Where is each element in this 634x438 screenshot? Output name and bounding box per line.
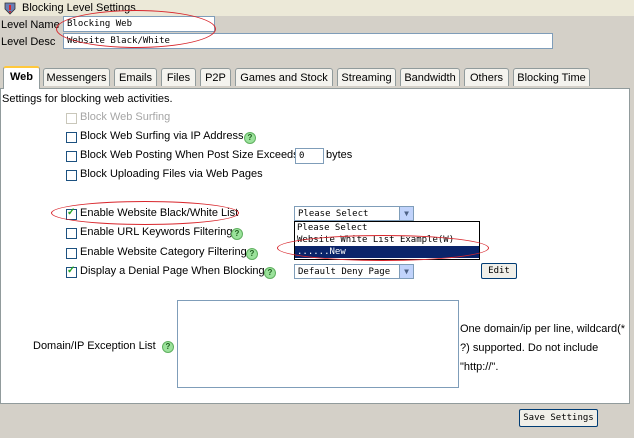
post-size-input[interactable]: 0: [295, 148, 324, 164]
tab-others[interactable]: Others: [464, 68, 509, 86]
tab-bandwidth[interactable]: Bandwidth: [400, 68, 460, 86]
tab-messengers[interactable]: Messengers: [43, 68, 110, 86]
tab-web[interactable]: Web: [3, 66, 40, 89]
shield-warning-icon: [3, 1, 17, 15]
annotation-ring-new: [277, 235, 489, 261]
tab-files[interactable]: Files: [161, 68, 196, 86]
post-size-unit: bytes: [326, 149, 353, 161]
exception-hint: One domain/ip per line, wildcard(* ?) su…: [460, 320, 630, 377]
block-web-posting-label: Block Web Posting When Post Size Exceeds: [80, 149, 299, 161]
level-desc-label: Level Desc: [1, 36, 56, 48]
bw-list-select[interactable]: Please Select ▼: [294, 206, 414, 221]
exception-list-label: Domain/IP Exception List: [33, 340, 156, 352]
denial-page-checkbox[interactable]: [66, 265, 77, 278]
save-settings-button[interactable]: Save Settings: [519, 409, 598, 427]
block-web-surfing-checkbox[interactable]: [66, 113, 77, 124]
help-icon[interactable]: ?: [244, 132, 256, 144]
denial-page-label: Display a Denial Page When Blocking: [80, 265, 265, 277]
tab-p2p[interactable]: P2P: [200, 68, 231, 86]
exception-list-textarea[interactable]: [177, 300, 459, 388]
help-icon[interactable]: ?: [264, 267, 276, 279]
tab-emails[interactable]: Emails: [114, 68, 157, 86]
help-icon[interactable]: ?: [231, 228, 243, 240]
chevron-down-icon[interactable]: ▼: [399, 207, 413, 220]
dropdown-option[interactable]: Please Select: [295, 222, 479, 234]
url-keywords-checkbox[interactable]: [66, 228, 77, 239]
block-uploading-label: Block Uploading Files via Web Pages: [80, 168, 263, 180]
chevron-down-icon[interactable]: ▼: [399, 265, 413, 278]
bw-list-selected: Please Select: [298, 209, 369, 219]
tab-blocking-time[interactable]: Blocking Time: [513, 68, 590, 86]
block-web-ip-checkbox[interactable]: [66, 132, 77, 143]
tab-streaming[interactable]: Streaming: [337, 68, 396, 86]
exception-hint-line: ?) supported. Do not include: [460, 342, 599, 354]
help-icon[interactable]: ?: [246, 248, 258, 260]
url-keywords-label: Enable URL Keywords Filtering: [80, 226, 233, 238]
block-uploading-checkbox[interactable]: [66, 170, 77, 181]
panel-description: Settings for blocking web activities.: [2, 93, 173, 105]
level-name-label: Level Name: [1, 19, 60, 31]
block-web-ip-label: Block Web Surfing via IP Address: [80, 130, 244, 142]
block-web-surfing-label: Block Web Surfing: [80, 111, 171, 123]
exception-hint-line: One domain/ip per line, wildcard(*: [460, 323, 626, 335]
help-icon[interactable]: ?: [162, 341, 174, 353]
deny-page-selected: Default Deny Page: [298, 267, 391, 277]
annotation-ring-bw: [51, 201, 239, 225]
website-category-checkbox[interactable]: [66, 248, 77, 259]
exception-hint-line: "http://".: [460, 361, 499, 373]
block-web-posting-checkbox[interactable]: [66, 151, 77, 162]
deny-page-select[interactable]: Default Deny Page ▼: [294, 264, 414, 279]
annotation-ring-name: [56, 10, 216, 48]
edit-button[interactable]: Edit: [481, 263, 517, 279]
tab-games-and-stock[interactable]: Games and Stock: [235, 68, 333, 86]
website-category-label: Enable Website Category Filtering: [80, 246, 247, 258]
